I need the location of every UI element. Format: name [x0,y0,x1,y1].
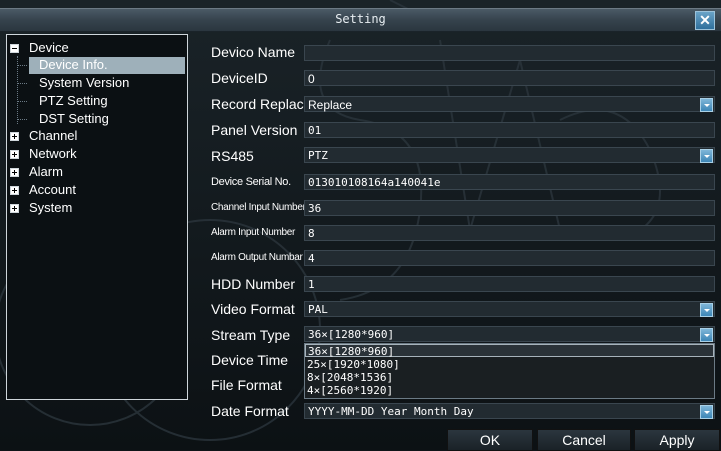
dropdown-arrow-icon[interactable] [700,98,713,112]
date-format-select[interactable]: YYYY-MM-DD Year Month Day [304,403,715,419]
record-replace-value: Replace [308,98,353,112]
alarm-input-number: 8 [304,225,715,241]
expand-icon[interactable] [10,204,19,213]
channel-input-number: 36 [304,200,715,216]
alarm-output-number: 4 [304,250,715,266]
dropdown-arrow-icon[interactable] [700,405,713,419]
tree-item-label: Alarm [29,164,63,179]
tree-item-label: Account [29,182,76,197]
panel-version-label: Panel Version [211,122,298,138]
rs485-label: RS485 [211,148,254,164]
tree-item-system-version[interactable]: System Version [7,75,185,92]
tree-item-device[interactable]: Device [7,40,185,57]
tree-item-alarm[interactable]: Alarm [7,164,185,181]
apply-button[interactable]: Apply [634,429,720,451]
title-bar: Setting ✕ [0,8,721,32]
tree-item-network[interactable]: Network [7,146,185,163]
hdd-number-input: 1 [304,276,715,292]
stream-type-dropdown-list: 36×[1280*960] 25×[1920*1080] 8×[2048*153… [304,343,715,399]
device-name-input[interactable] [304,45,715,61]
expand-icon[interactable] [10,186,19,195]
tree-item-label: Channel [29,128,78,143]
settings-window: Setting ✕ Device Device Info. System Ver… [0,0,721,451]
stream-type-label: Stream Type [211,327,291,343]
cancel-button[interactable]: Cancel [537,429,631,451]
dropdown-option[interactable]: 4×[2560*1920] [305,384,714,397]
stream-type-value: 36×[1280*960] [308,328,395,341]
dropdown-arrow-icon[interactable] [700,303,713,317]
collapse-icon[interactable] [10,44,19,53]
record-replace-select[interactable]: Replace [304,96,715,112]
tree-item-label: Device [29,40,69,55]
dropdown-arrow-icon[interactable] [700,149,713,163]
tree-item-label: PTZ Setting [39,93,108,108]
settings-tree: Device Device Info. System Version PTZ S… [6,34,188,400]
rs485-value: PTZ [308,149,328,162]
dropdown-arrow-icon[interactable] [700,328,713,342]
tree-item-label: System Version [39,75,130,90]
date-format-label: Date Format [211,403,289,419]
alarm-input-label: Alarm Input Number [211,227,296,238]
device-id-input[interactable]: 0 [304,70,715,86]
stream-type-select[interactable]: 36×[1280*960] [304,326,715,342]
tree-item-label: System [29,200,73,215]
expand-icon[interactable] [10,168,19,177]
device-id-label: DeviceID [211,70,268,86]
tree-connector [17,65,27,66]
tree-item-label: Device Info. [39,57,108,72]
serial-label: Device Serial No. [211,176,291,188]
channel-input-label: Channel Input Number [211,202,306,213]
serial-input: 013010108164a140041e [304,174,715,190]
dropdown-option[interactable]: 8×[2048*1536] [305,371,714,384]
close-button[interactable]: ✕ [695,11,715,30]
file-format-label: File Format [211,377,282,393]
window-title: Setting [335,12,386,26]
hdd-number-label: HDD Number [211,276,296,292]
tree-item-label: DST Setting [39,111,109,126]
tree-item-system[interactable]: System [7,200,185,217]
video-format-select[interactable]: PAL [304,301,715,317]
expand-icon[interactable] [10,132,19,141]
dropdown-option[interactable]: 36×[1280*960] [305,344,714,358]
tree-item-channel[interactable]: Channel [7,128,185,145]
tree-item-ptz-setting[interactable]: PTZ Setting [7,93,185,110]
video-format-label: Video Format [211,301,295,317]
tree-item-account[interactable]: Account [7,182,185,199]
expand-icon[interactable] [10,150,19,159]
dropdown-option[interactable]: 25×[1920*1080] [305,358,714,371]
panel-version-input: 01 [304,122,715,138]
ok-button[interactable]: OK [447,429,533,451]
rs485-select[interactable]: PTZ [304,147,715,163]
date-format-value: YYYY-MM-DD Year Month Day [308,405,474,418]
device-name-label: Devico Name [211,44,296,60]
video-format-value: PAL [308,303,328,316]
device-time-label: Device Time [211,352,289,368]
record-replace-label: Record Replace [211,96,312,112]
alarm-output-label: Alarm Output Numbar [211,252,303,263]
tree-item-device-info[interactable]: Device Info. [29,57,185,74]
tree-item-dst-setting[interactable]: DST Setting [7,111,185,128]
tree-item-label: Network [29,146,77,161]
